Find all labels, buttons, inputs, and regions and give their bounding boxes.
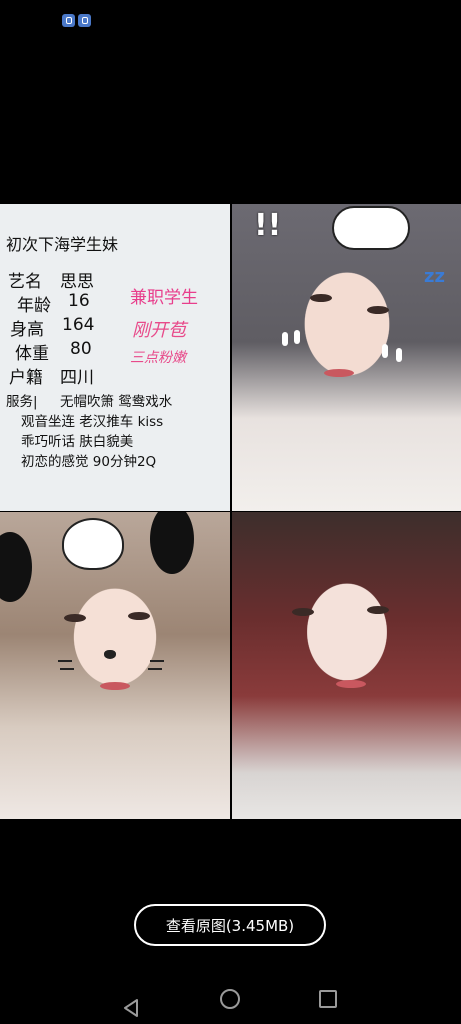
weight-value: 80 xyxy=(70,339,92,359)
image-viewer[interactable]: 初次下海学生妹 艺名 思思 年龄 16 身高 164 体重 80 户籍 四川 兼… xyxy=(0,204,461,819)
height-label: 身高 xyxy=(10,320,44,340)
exclamation-sticker-icon: !! xyxy=(254,208,282,243)
stage-name-value: 思思 xyxy=(60,272,94,292)
photo-bottom-right xyxy=(232,512,461,819)
black-ear-sticker-icon xyxy=(0,532,32,602)
app-status-icon xyxy=(62,14,75,27)
cat-sticker-icon xyxy=(62,518,124,570)
weight-label: 体重 xyxy=(15,344,49,364)
recent-square-icon[interactable] xyxy=(318,989,338,1009)
blush-mark-icon xyxy=(396,348,402,362)
hometown-label: 户籍 xyxy=(9,368,43,388)
stage-name-label: 艺名 xyxy=(8,272,42,292)
blush-mark-icon xyxy=(382,344,388,358)
tag-handwritten-2: 三点粉嫩 xyxy=(130,350,186,366)
services-line-2: 观音坐连 老汉推车 kiss xyxy=(21,414,164,430)
app-status-icon xyxy=(78,14,91,27)
lips xyxy=(100,682,130,690)
eye xyxy=(292,608,314,616)
services-line-1: 无帽吹箫 鸳鸯戏水 xyxy=(60,394,173,410)
info-card: 初次下海学生妹 艺名 思思 年龄 16 身高 164 体重 80 户籍 四川 兼… xyxy=(0,204,230,511)
whisker-icon xyxy=(148,668,162,670)
black-ear-sticker-icon xyxy=(150,512,194,574)
services-line-4: 初恋的感觉 90分钟2Q xyxy=(21,454,157,470)
age-value: 16 xyxy=(68,291,90,311)
lips xyxy=(324,369,354,377)
eye xyxy=(128,612,150,620)
photo-top-right: !! zz xyxy=(232,204,461,511)
card-title: 初次下海学生妹 xyxy=(6,235,119,254)
cat-nose-icon xyxy=(104,650,116,659)
back-triangle-icon[interactable] xyxy=(121,989,138,1017)
blush-mark-icon xyxy=(294,330,300,344)
tag-handwritten-1: 刚开苞 xyxy=(132,320,186,341)
eye xyxy=(64,614,86,622)
services-label: 服务| xyxy=(6,394,38,410)
services-line-3: 乖巧听话 肤白貌美 xyxy=(21,434,134,450)
eye xyxy=(310,294,332,302)
lips xyxy=(336,680,366,688)
zzz-sticker-icon: zz xyxy=(424,266,445,287)
tag-part-time-student: 兼职学生 xyxy=(130,288,198,308)
hometown-value: 四川 xyxy=(60,368,94,388)
sleeping-cloud-sticker-icon xyxy=(332,206,410,250)
eye xyxy=(367,306,389,314)
whisker-icon xyxy=(150,660,164,662)
home-circle-icon[interactable] xyxy=(219,988,241,1010)
height-value: 164 xyxy=(62,315,95,335)
blush-mark-icon xyxy=(282,332,288,346)
whisker-icon xyxy=(60,668,74,670)
view-original-button[interactable]: 查看原图(3.45MB) xyxy=(134,904,326,946)
photo-bottom-left xyxy=(0,512,230,819)
status-bar-icons xyxy=(62,14,91,27)
age-label: 年龄 xyxy=(17,296,51,316)
eye xyxy=(367,606,389,614)
whisker-icon xyxy=(58,660,72,662)
